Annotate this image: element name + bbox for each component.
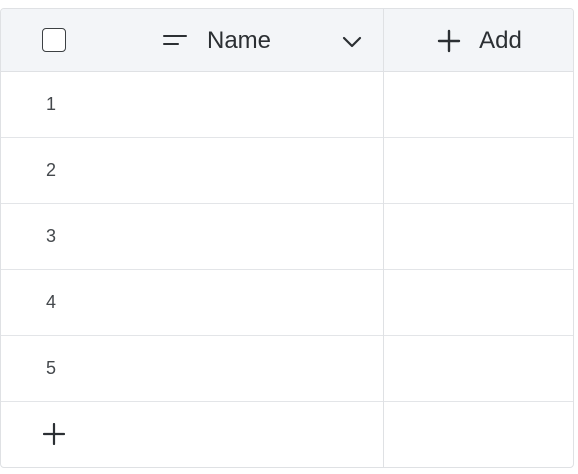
table-row[interactable]: 3 xyxy=(1,204,573,270)
column-divider xyxy=(383,9,384,467)
row-number: 3 xyxy=(46,226,57,246)
table-row[interactable]: 2 xyxy=(1,138,573,204)
row-number: 2 xyxy=(46,160,57,180)
add-row[interactable] xyxy=(1,402,573,467)
plus-icon[interactable] xyxy=(43,423,65,445)
name-column-label: Name xyxy=(207,26,272,54)
select-all-checkbox[interactable] xyxy=(42,28,66,52)
row-number: 4 xyxy=(46,292,57,312)
grid-header: Name Add xyxy=(1,9,573,72)
name-column-header[interactable]: Name xyxy=(163,9,271,72)
text-field-icon xyxy=(163,34,187,48)
table-row[interactable]: 1 xyxy=(1,72,573,138)
data-grid: Name Add 1 2 3 4 5 xyxy=(0,8,574,468)
chevron-down-icon[interactable] xyxy=(342,36,362,48)
table-row[interactable]: 4 xyxy=(1,270,573,336)
add-column-label: Add xyxy=(479,26,522,54)
table-row[interactable]: 5 xyxy=(1,336,573,402)
row-number: 1 xyxy=(46,94,57,114)
row-number: 5 xyxy=(46,358,57,378)
plus-icon xyxy=(437,29,461,52)
add-column-button[interactable]: Add xyxy=(384,9,573,72)
